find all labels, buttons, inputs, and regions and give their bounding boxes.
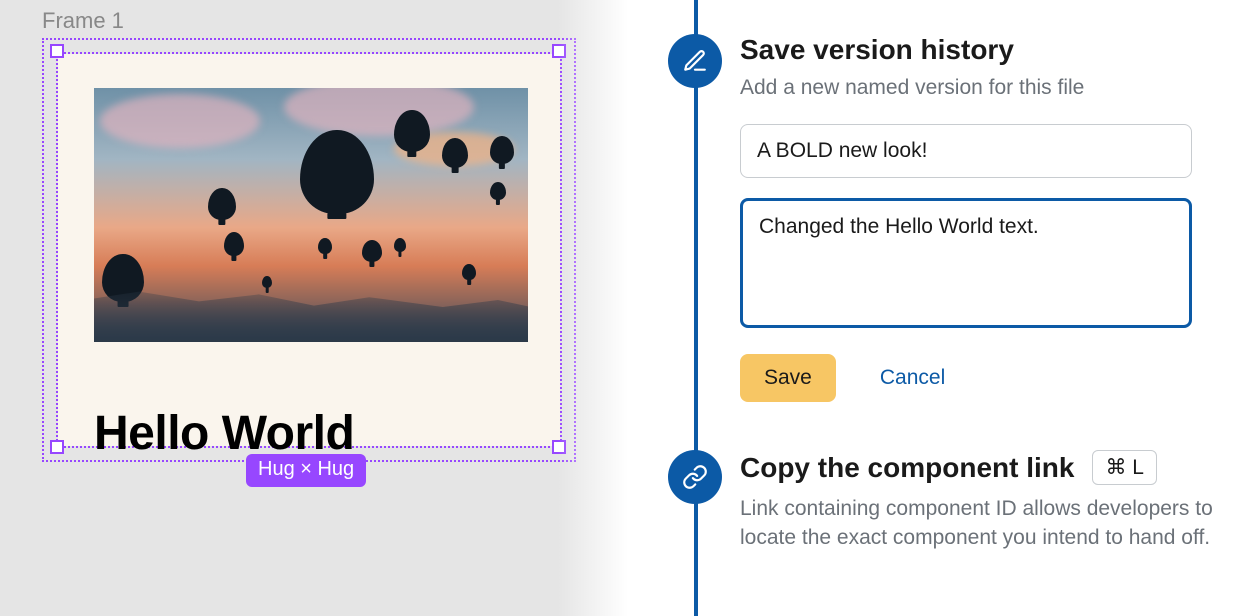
version-actions: Save Cancel — [740, 354, 1236, 402]
step-title: Copy the component link — [740, 452, 1074, 484]
save-button[interactable]: Save — [740, 354, 836, 402]
version-description-input[interactable]: Changed the Hello World text. — [740, 198, 1192, 328]
pencil-icon — [682, 48, 708, 74]
balloon-silhouette — [262, 276, 272, 288]
balloon-silhouette — [490, 182, 506, 200]
balloon-silhouette — [208, 188, 236, 220]
keyboard-shortcut: ⌘ L — [1092, 450, 1157, 485]
version-description-value: Changed the Hello World text. — [759, 215, 1039, 238]
card-heading-text[interactable]: Hello World — [94, 406, 354, 461]
link-icon — [682, 464, 708, 490]
step-subtitle: Link containing component ID allows deve… — [740, 495, 1236, 552]
tutorial-pane: Save version history Add a new named ver… — [628, 0, 1236, 616]
balloon-silhouette — [300, 130, 374, 214]
balloon-silhouette — [442, 138, 468, 168]
card-image[interactable] — [94, 88, 528, 342]
step-title: Save version history — [740, 34, 1236, 66]
selection-handle-bl[interactable] — [50, 440, 64, 454]
mountain-decoration — [94, 272, 528, 342]
cloud-decoration — [100, 94, 260, 148]
balloon-silhouette — [318, 238, 332, 254]
balloon-silhouette — [394, 238, 406, 252]
cancel-button[interactable]: Cancel — [880, 366, 945, 390]
tutorial-step-save-version: Save version history Add a new named ver… — [698, 0, 1236, 402]
tutorial-step-copy-link: Copy the component link ⌘ L Link contain… — [698, 450, 1236, 552]
selection-handle-tr[interactable] — [552, 44, 566, 58]
step-badge — [668, 450, 722, 504]
balloon-silhouette — [224, 232, 244, 256]
version-title-value: A BOLD new look! — [757, 139, 927, 163]
selection-handle-tl[interactable] — [50, 44, 64, 58]
cloud-decoration — [284, 88, 474, 136]
selection-handle-br[interactable] — [552, 440, 566, 454]
balloon-silhouette — [490, 136, 514, 164]
step-badge — [668, 34, 722, 88]
balloon-silhouette — [394, 110, 430, 152]
balloon-silhouette — [462, 264, 476, 280]
card-frame[interactable]: Hello World — [58, 54, 560, 446]
step-subtitle: Add a new named version for this file — [740, 74, 1236, 102]
canvas-pane[interactable]: Frame 1 He — [0, 0, 628, 616]
frame-label[interactable]: Frame 1 — [42, 8, 124, 34]
version-title-input[interactable]: A BOLD new look! — [740, 124, 1192, 178]
constraint-badge: Hug × Hug — [246, 454, 366, 487]
balloon-silhouette — [362, 240, 382, 262]
